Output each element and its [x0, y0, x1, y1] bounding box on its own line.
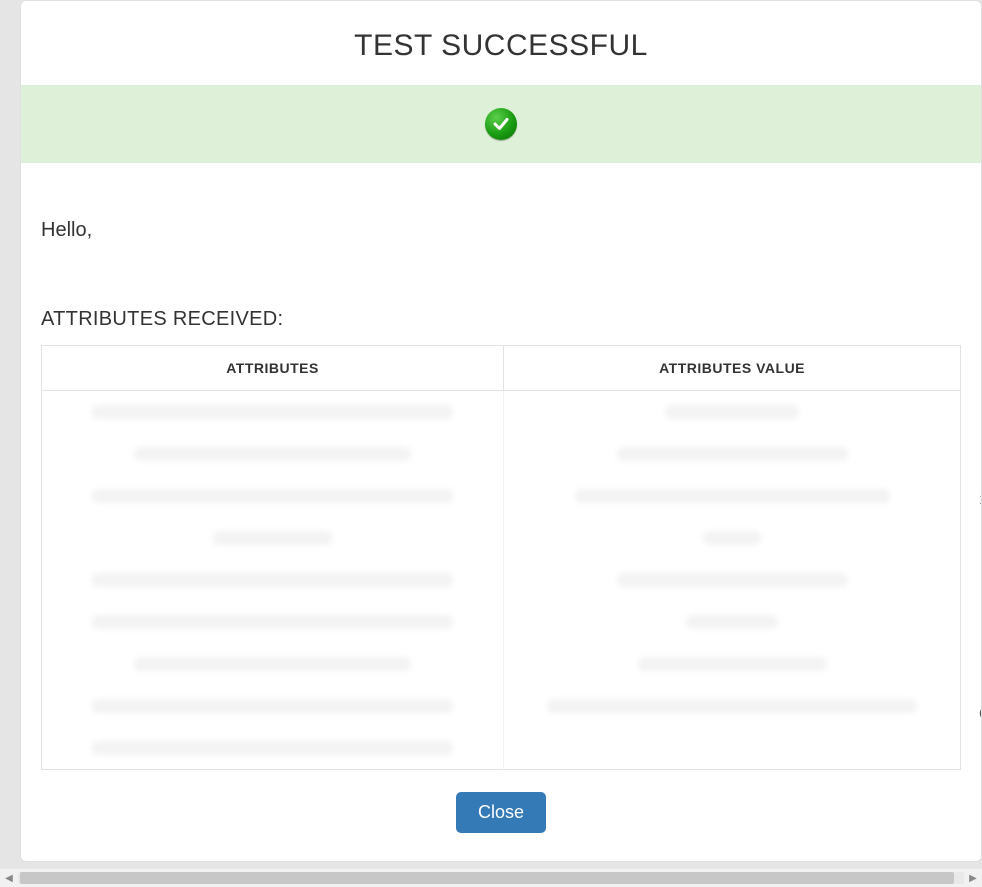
- scrollbar-track[interactable]: [18, 872, 964, 884]
- table-row: [42, 559, 961, 601]
- table-row: [42, 685, 961, 727]
- attr-name-redacted: [42, 391, 504, 434]
- table-row: [42, 517, 961, 559]
- attributes-heading: ATTRIBUTES RECEIVED:: [41, 308, 961, 331]
- attr-value-redacted: [504, 475, 961, 517]
- table-row: [42, 475, 961, 517]
- attr-value-redacted: [504, 559, 961, 601]
- attr-name-redacted: [42, 601, 504, 643]
- scrollbar-thumb[interactable]: [20, 872, 954, 884]
- success-banner: [21, 85, 981, 163]
- horizontal-scrollbar[interactable]: ◀ ▶: [0, 869, 982, 887]
- close-button[interactable]: Close: [456, 792, 546, 833]
- attr-name-redacted: [42, 475, 504, 517]
- table-row: [42, 391, 961, 434]
- attr-value-redacted: [504, 601, 961, 643]
- attr-name-redacted: [42, 643, 504, 685]
- table-row: [42, 727, 961, 770]
- scroll-left-arrow-icon[interactable]: ◀: [0, 869, 18, 887]
- attr-value-redacted: [504, 643, 961, 685]
- attr-name-redacted: [42, 433, 504, 475]
- success-check-icon: [485, 108, 517, 140]
- attributes-table: ATTRIBUTES ATTRIBUTES VALUE: [41, 345, 961, 770]
- table-row: [42, 643, 961, 685]
- attr-name-redacted: [42, 727, 504, 770]
- scroll-right-arrow-icon[interactable]: ▶: [964, 869, 982, 887]
- table-row: [42, 433, 961, 475]
- attr-name-redacted: [42, 559, 504, 601]
- attr-value-redacted: [504, 391, 961, 434]
- attr-value-redacted: [504, 727, 961, 770]
- col-header-attributes-value: ATTRIBUTES VALUE: [504, 346, 961, 391]
- attr-name-redacted: [42, 685, 504, 727]
- attr-name-redacted: [42, 517, 504, 559]
- page-title: TEST SUCCESSFUL: [21, 29, 981, 63]
- greeting-text: Hello,: [41, 219, 961, 242]
- col-header-attributes: ATTRIBUTES: [42, 346, 504, 391]
- table-row: [42, 601, 961, 643]
- attr-value-redacted: [504, 685, 961, 727]
- attr-value-redacted: [504, 517, 961, 559]
- test-result-panel: TEST SUCCESSFUL Hello, ATTRIBUTES RECEIV…: [20, 0, 982, 862]
- attr-value-redacted: [504, 433, 961, 475]
